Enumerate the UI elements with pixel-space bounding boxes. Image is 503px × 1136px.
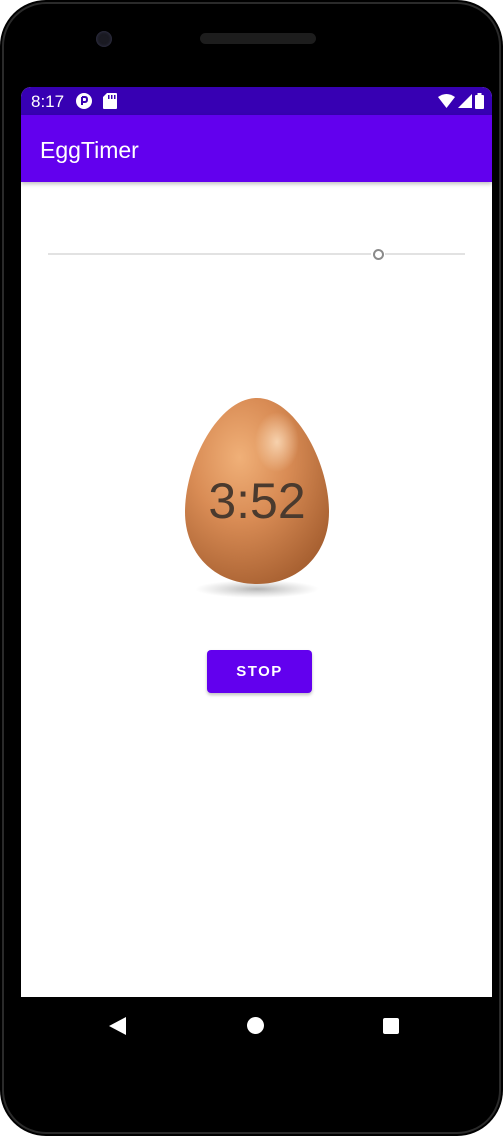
- battery-icon: [475, 93, 484, 109]
- front-camera: [96, 31, 112, 47]
- app-title: EggTimer: [40, 137, 139, 163]
- sd-card-icon: [103, 93, 117, 109]
- wifi-icon: [438, 94, 455, 108]
- status-icons-right: [438, 93, 484, 109]
- home-icon[interactable]: [247, 1017, 264, 1034]
- slider-track-inactive[interactable]: [385, 253, 465, 255]
- egg-image: 3:52: [177, 392, 337, 612]
- countdown-text: 3:52: [208, 473, 306, 529]
- play-protect-icon: [76, 93, 92, 109]
- status-bar: 8:17: [21, 87, 492, 115]
- device-frame: 8:17 EggTimer 3:52 STOP: [0, 0, 503, 1136]
- cell-signal-icon: [458, 94, 472, 108]
- slider-thumb[interactable]: [373, 249, 384, 260]
- back-icon[interactable]: [109, 1017, 127, 1035]
- recents-icon[interactable]: [383, 1018, 399, 1034]
- timer-slider[interactable]: [48, 244, 465, 264]
- app-bar: EggTimer: [21, 115, 492, 182]
- stop-button[interactable]: STOP: [207, 650, 312, 693]
- slider-track-active[interactable]: [48, 253, 371, 255]
- earpiece-speaker: [200, 33, 316, 44]
- screen: 8:17 EggTimer 3:52 STOP: [21, 87, 492, 997]
- navigation-bar: [21, 997, 492, 1057]
- status-time: 8:17: [31, 92, 65, 111]
